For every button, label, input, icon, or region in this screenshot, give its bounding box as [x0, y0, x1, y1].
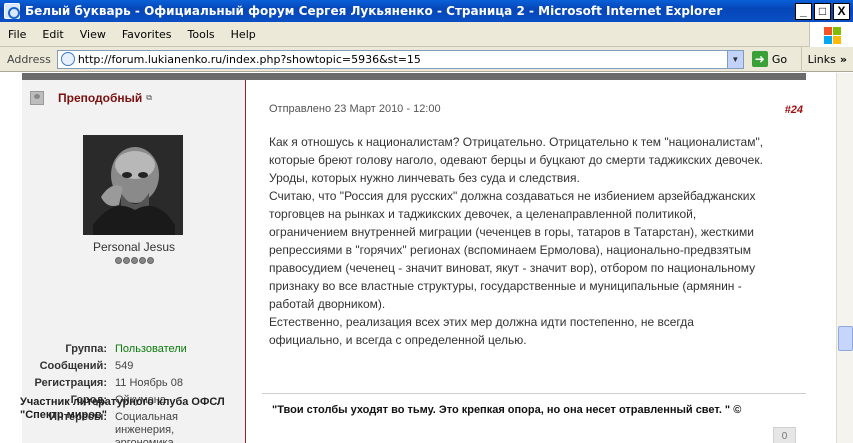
info-label: Группа: [65, 343, 107, 355]
menu-view[interactable]: View [72, 28, 114, 41]
info-registered: Регистрация: 11 Ноябрь 08 [22, 377, 225, 390]
post-line: признаку во все властные структуры, госу… [269, 279, 742, 293]
minimize-button[interactable]: _ [795, 2, 812, 20]
menu-bar: File Edit View Favorites Tools Help [0, 21, 853, 47]
info-label: Сообщений: [39, 360, 107, 372]
rating-pip-icon [115, 257, 122, 264]
page-content: Преподобный ⧉ Personal Jesus Группа: Пол… [0, 73, 836, 443]
post-line: правосудием (чеченец - значит виноват, я… [269, 261, 756, 275]
scrollbar-thumb[interactable] [838, 326, 853, 351]
signature-divider [262, 393, 806, 394]
address-label: Address [7, 52, 51, 66]
author-avatar [83, 135, 183, 235]
post-line: Естественно, реализация всех этих мер до… [269, 315, 694, 329]
menu-favorites[interactable]: Favorites [114, 28, 180, 41]
menu-help[interactable]: Help [223, 28, 264, 41]
post-line: которые бреют голову наголо, одевают бер… [269, 153, 763, 167]
profile-popup-icon[interactable]: ⧉ [146, 93, 152, 103]
address-dropdown-chevron-down-icon[interactable]: ▼ [726, 50, 743, 68]
close-button[interactable]: X [833, 2, 850, 20]
info-group: Группа: Пользователи [22, 343, 225, 356]
maximize-button[interactable]: □ [814, 2, 831, 20]
go-button[interactable]: ➜ Go [751, 51, 788, 67]
links-label: Links [807, 52, 836, 66]
post-line: Уроды, которых нужно линчевать без суда … [269, 171, 580, 185]
author-club-badge: Участник литературного клуба ОФСЛ "Спект… [20, 396, 225, 421]
post-line: ограничением внутренней миграции (чеченц… [269, 225, 754, 239]
window-title: Белый букварь - Официальный форум Сергея… [25, 4, 723, 18]
reputation-count-badge[interactable]: 0 [773, 427, 796, 443]
page-icon [60, 52, 75, 66]
member-title: Personal Jesus [92, 240, 176, 254]
go-arrow-icon: ➜ [751, 51, 768, 67]
ie-app-icon [4, 3, 20, 19]
info-value: 11 Ноябрь 08 [115, 377, 183, 389]
window-title-bar[interactable]: Белый букварь - Официальный форум Сергея… [0, 0, 853, 22]
post-line: работай дворником). [269, 297, 386, 311]
post-body-panel: Отправлено 23 Март 2010 - 12:00 #24 Как … [246, 80, 806, 443]
post-text: Как я отношусь к националистам? Отрицате… [269, 133, 809, 349]
address-box[interactable]: ▼ [56, 49, 744, 69]
info-value: 549 [115, 360, 134, 372]
post-header-strip [22, 73, 806, 80]
signature-quote: "Твои столбы уходят во тьму. Это крепкая… [272, 404, 742, 416]
post-date: Отправлено 23 Март 2010 - 12:00 [269, 103, 441, 115]
post-author-panel: Преподобный ⧉ Personal Jesus Группа: Пол… [20, 80, 246, 443]
post-line: официально, и всегда с определенной цель… [269, 333, 527, 347]
rating-pip-icon [123, 257, 130, 264]
address-input[interactable] [77, 51, 727, 67]
rating-pip-icon [131, 257, 138, 264]
menu-file[interactable]: File [0, 28, 34, 41]
author-name-link[interactable]: Преподобный [58, 91, 142, 105]
info-posts: Сообщений: 549 [22, 360, 225, 373]
menu-edit[interactable]: Edit [34, 28, 71, 41]
go-label: Go [771, 52, 788, 66]
post-line: репрессиями в "горячих" регионах (вспоми… [269, 243, 752, 257]
post-line: Считаю, что "Россия для русских" должна … [269, 189, 756, 203]
rating-pip-icon [147, 257, 154, 264]
rating-pips [115, 257, 155, 264]
post-line: торговцев на рынках и таджикских девочек… [269, 207, 697, 221]
post-number-link[interactable]: #24 [785, 104, 803, 116]
links-chevron-icon: » [839, 52, 847, 66]
address-bar: Address ▼ ➜ Go Links » [0, 46, 853, 72]
post-line: Как я отношусь к националистам? Отрицате… [269, 135, 764, 149]
windows-logo-icon [809, 21, 853, 47]
info-label: Регистрация: [34, 377, 107, 389]
rating-pip-icon [139, 257, 146, 264]
author-row: Преподобный ⧉ [30, 91, 152, 105]
menu-tools[interactable]: Tools [180, 28, 223, 41]
info-value: Пользователи [115, 343, 187, 355]
vertical-scrollbar[interactable] [836, 73, 853, 443]
links-button[interactable]: Links » [800, 46, 853, 72]
user-icon [30, 91, 44, 105]
